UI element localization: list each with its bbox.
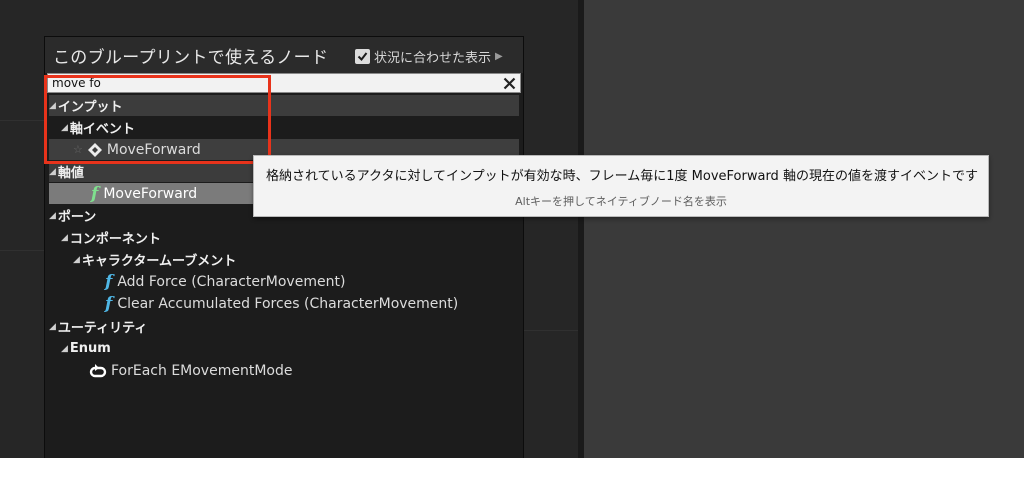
category-input[interactable]: ◢ インプット <box>49 95 519 116</box>
collapse-triangle-icon[interactable]: ◢ <box>61 123 68 133</box>
graph-canvas-right[interactable] <box>584 0 1024 458</box>
loop-icon <box>89 363 107 378</box>
collapse-triangle-icon[interactable]: ◢ <box>73 255 80 265</box>
collapse-triangle-icon[interactable]: ◢ <box>61 344 68 354</box>
node-tooltip: 格納されているアクタに対してインプットが有効な時、フレーム毎に1度 MoveFo… <box>253 155 989 217</box>
category-label: インプット <box>57 100 123 115</box>
palette-title: このブループリントで使えるノード <box>53 48 329 68</box>
node-item-add-force[interactable]: f Add Force (CharacterMovement) <box>49 271 519 292</box>
category-label: コンポーネント <box>69 232 161 247</box>
category-utilities[interactable]: ◢ ユーティリティ <box>49 316 519 337</box>
context-sensitive-label: 状況に合わせた表示 <box>374 50 492 66</box>
expand-arrow-icon[interactable]: ▶ <box>495 51 503 62</box>
collapse-triangle-icon[interactable]: ◢ <box>61 233 68 243</box>
category-label: 軸値 <box>57 166 84 181</box>
node-item-label: MoveForward <box>103 185 198 202</box>
favorite-star-icon[interactable]: ☆ <box>73 143 83 156</box>
checkbox-checked-icon[interactable] <box>355 48 370 64</box>
category-enum[interactable]: ◢ Enum <box>49 338 519 359</box>
node-item-label: MoveForward <box>106 141 201 158</box>
event-diamond-icon <box>87 142 103 158</box>
clear-search-icon[interactable] <box>500 74 518 92</box>
function-icon: f <box>105 293 113 314</box>
category-components[interactable]: ◢ コンポーネント <box>49 227 519 248</box>
function-icon: f <box>105 271 113 292</box>
search-field[interactable] <box>47 73 521 93</box>
category-label: キャラクタームーブメント <box>81 254 237 269</box>
category-axis-events[interactable]: ◢ 軸イベント <box>49 117 519 138</box>
palette-header: このブループリントで使えるノード 状況に合わせた表示 ▶ <box>45 37 523 73</box>
context-sensitive-toggle[interactable]: 状況に合わせた表示 ▶ <box>355 46 503 66</box>
collapse-triangle-icon[interactable]: ◢ <box>49 167 56 177</box>
collapse-triangle-icon[interactable]: ◢ <box>49 211 56 221</box>
category-character-movement[interactable]: ◢ キャラクタームーブメント <box>49 249 519 270</box>
category-label: ユーティリティ <box>57 321 148 336</box>
tooltip-hint: Altキーを押してネイティブノード名を表示 <box>515 195 727 208</box>
search-input[interactable] <box>52 74 492 92</box>
node-item-foreach-emovementmode[interactable]: ForEach EMovementMode <box>49 360 519 381</box>
node-item-label: Clear Accumulated Forces (CharacterMovem… <box>117 295 459 312</box>
category-label: ポーン <box>57 210 97 225</box>
function-icon: f <box>91 183 99 204</box>
tooltip-description: 格納されているアクタに対してインプットが有効な時、フレーム毎に1度 MoveFo… <box>266 169 978 184</box>
blueprint-graph-area: このブループリントで使えるノード 状況に合わせた表示 ▶ ◢ インプット ◢ 軸… <box>0 0 1024 458</box>
node-item-label: Add Force (CharacterMovement) <box>117 273 346 290</box>
category-label: 軸イベント <box>69 122 135 137</box>
collapse-triangle-icon[interactable]: ◢ <box>49 322 56 332</box>
node-item-clear-forces[interactable]: f Clear Accumulated Forces (CharacterMov… <box>49 293 519 314</box>
node-palette-panel: このブループリントで使えるノード 状況に合わせた表示 ▶ ◢ インプット ◢ 軸… <box>44 36 524 458</box>
category-label: Enum <box>69 341 111 356</box>
node-item-label: ForEach EMovementMode <box>111 362 293 379</box>
collapse-triangle-icon[interactable]: ◢ <box>49 101 56 111</box>
